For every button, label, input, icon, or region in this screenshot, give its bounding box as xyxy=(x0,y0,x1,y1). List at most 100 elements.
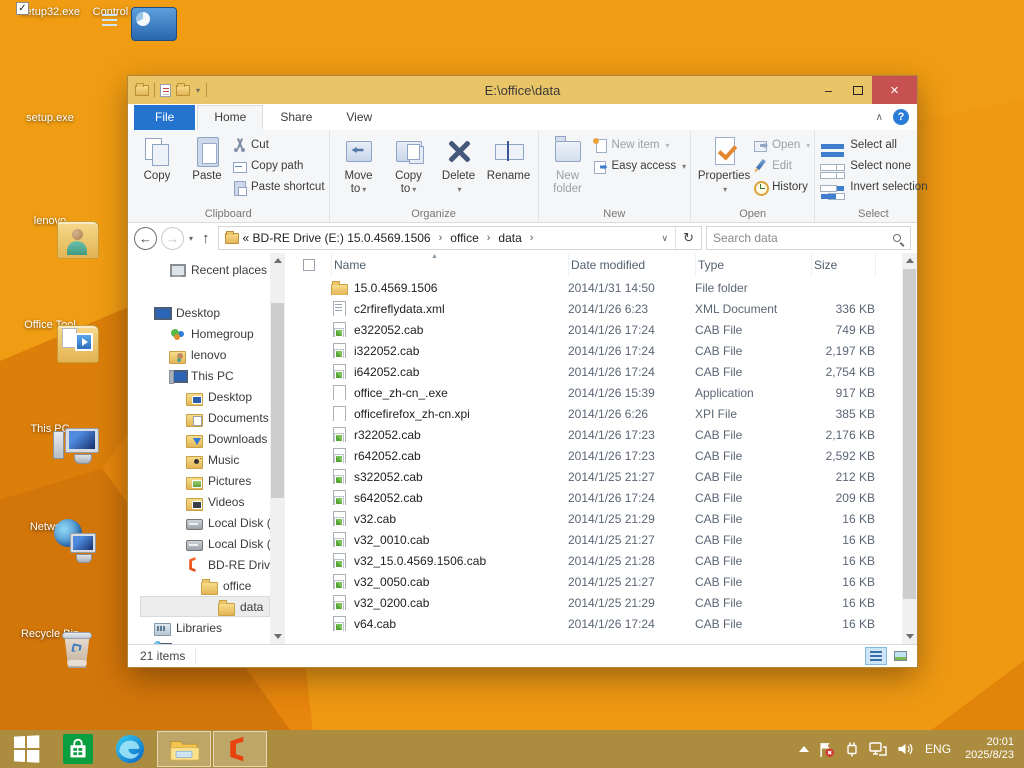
details-view-button[interactable] xyxy=(865,647,887,665)
address-box[interactable]: « BD-RE Drive (E:) 15.0.4569.1506 › offi… xyxy=(217,226,702,250)
new-item-button[interactable]: New item ▾ xyxy=(592,136,687,154)
select-all-checkbox[interactable] xyxy=(286,253,331,277)
desktop-icon[interactable]: ✓ setup32.exe xyxy=(8,2,92,18)
copy-button[interactable]: Copy xyxy=(132,132,182,183)
move-to-button[interactable]: Move to ▾ xyxy=(334,132,384,196)
selection-checkbox[interactable]: ✓ xyxy=(16,2,29,15)
breadcrumb-drive[interactable]: « BD-RE Drive (E:) 15.0.4569.1506 xyxy=(243,231,431,245)
nav-item[interactable]: Documents xyxy=(128,407,270,428)
close-button[interactable]: × xyxy=(872,76,917,104)
copy-path-button[interactable]: Copy path xyxy=(232,157,325,175)
invert-selection-button[interactable]: Invert selection xyxy=(819,178,928,196)
paste-shortcut-button[interactable]: Paste shortcut xyxy=(232,178,325,196)
search-input[interactable] xyxy=(713,231,893,245)
taskbar-office-setup-button[interactable] xyxy=(213,731,267,767)
minimize-button[interactable]: – xyxy=(814,76,843,104)
breadcrumb-office[interactable]: office xyxy=(450,231,478,245)
taskbar-edge-button[interactable] xyxy=(104,730,156,768)
action-center-icon[interactable] xyxy=(818,741,835,758)
file-row[interactable]: s642052.cab 2014/1/26 17:24 CAB File 209… xyxy=(286,487,902,508)
file-row[interactable]: r322052.cab 2014/1/26 17:23 CAB File 2,1… xyxy=(286,424,902,445)
nav-item[interactable]: Libraries xyxy=(128,617,270,638)
file-row[interactable]: v32.cab 2014/1/25 21:29 CAB File 16 KB xyxy=(286,508,902,529)
language-indicator[interactable]: ENG xyxy=(922,742,954,756)
desktop-icon[interactable]: ✓ Control Panel xyxy=(84,4,168,26)
paste-button[interactable]: Paste xyxy=(182,132,232,183)
copy-to-button[interactable]: Copy to ▾ xyxy=(384,132,434,196)
nav-item[interactable]: This PC xyxy=(128,365,270,386)
rename-button[interactable]: Rename xyxy=(484,132,534,183)
network-icon[interactable] xyxy=(869,741,887,757)
back-button[interactable]: ← xyxy=(134,226,157,250)
tab-home[interactable]: Home xyxy=(197,105,264,130)
file-row[interactable]: v32_15.0.4569.1506.cab 2014/1/25 21:28 C… xyxy=(286,550,902,571)
nav-item[interactable]: Local Disk (D:) xyxy=(128,533,270,554)
nav-item[interactable]: Music xyxy=(128,449,270,470)
nav-item[interactable]: Desktop xyxy=(128,386,270,407)
file-row[interactable]: i642052.cab 2014/1/26 17:24 CAB File 2,7… xyxy=(286,361,902,382)
scroll-up-icon[interactable] xyxy=(902,253,917,268)
search-icon[interactable] xyxy=(893,234,901,242)
file-row[interactable]: e322052.cab 2014/1/26 17:24 CAB File 749… xyxy=(286,319,902,340)
taskbar-store-button[interactable] xyxy=(52,730,104,768)
nav-item[interactable]: office xyxy=(128,575,270,596)
tab-file[interactable]: File xyxy=(134,105,196,130)
history-button[interactable]: History xyxy=(753,178,810,196)
qat-properties-icon[interactable] xyxy=(160,83,171,97)
refresh-button[interactable]: ↻ xyxy=(675,227,701,249)
nav-item[interactable]: Recent places xyxy=(128,259,270,280)
column-header-size[interactable]: Size xyxy=(811,253,875,277)
qat-customize-chevron-icon[interactable]: ▾ xyxy=(195,86,201,95)
desktop-icon[interactable]: ✓ lenovo xyxy=(8,213,92,255)
ribbon-collapse-icon[interactable]: ∧ xyxy=(876,112,883,123)
title-bar[interactable]: ▾ E:\office\data – × xyxy=(128,76,917,104)
file-row[interactable]: officefirefox_zh-cn.xpi 2014/1/26 6:26 X… xyxy=(286,403,902,424)
desktop-icon[interactable]: ✓ Network xyxy=(8,519,96,553)
scroll-down-icon[interactable] xyxy=(902,629,917,644)
nav-item[interactable]: BD-RE Drive (E: xyxy=(128,554,270,575)
show-hidden-icons-button[interactable] xyxy=(799,746,810,752)
address-dropdown-chevron-icon[interactable]: ∨ xyxy=(655,233,676,244)
nav-scrollbar[interactable] xyxy=(270,253,285,644)
file-row[interactable]: 15.0.4569.1506 2014/1/31 14:50 File fold… xyxy=(286,277,902,298)
file-list-scrollbar[interactable] xyxy=(902,253,917,644)
taskbar-explorer-button[interactable] xyxy=(157,731,211,767)
start-button[interactable] xyxy=(0,730,52,768)
column-header-name[interactable]: Name ▲ xyxy=(331,253,568,277)
file-row[interactable]: r642052.cab 2014/1/26 17:23 CAB File 2,5… xyxy=(286,445,902,466)
file-row[interactable]: i322052.cab 2014/1/26 17:24 CAB File 2,1… xyxy=(286,340,902,361)
tab-share[interactable]: Share xyxy=(263,105,329,130)
file-row[interactable]: v32_0200.cab 2014/1/25 21:29 CAB File 16… xyxy=(286,592,902,613)
qat-new-folder-icon[interactable] xyxy=(176,82,190,96)
desktop-icon[interactable]: ✓ This PC xyxy=(8,421,99,459)
forward-button[interactable]: → xyxy=(161,226,184,250)
nav-item[interactable]: data xyxy=(140,596,270,617)
breadcrumb-data[interactable]: data xyxy=(498,231,521,245)
volume-icon[interactable] xyxy=(896,741,913,757)
power-icon[interactable] xyxy=(844,741,860,758)
select-none-button[interactable]: Select none xyxy=(819,157,927,175)
select-all-button[interactable]: Select all xyxy=(819,136,927,154)
thumbnails-view-button[interactable] xyxy=(889,647,911,665)
nav-item[interactable]: Desktop xyxy=(128,302,270,323)
nav-scrollbar-thumb[interactable] xyxy=(271,303,284,498)
recent-locations-chevron-icon[interactable]: ▾ xyxy=(188,234,194,243)
scroll-down-icon[interactable] xyxy=(270,629,285,644)
scroll-up-icon[interactable] xyxy=(270,253,285,268)
desktop-icon[interactable]: ✓ setup.exe xyxy=(8,110,92,124)
column-header-type[interactable]: Type xyxy=(695,253,811,277)
file-row[interactable]: office_zh-cn_.exe 2014/1/26 15:39 Applic… xyxy=(286,382,902,403)
nav-item[interactable]: Network xyxy=(128,638,270,644)
tab-view[interactable]: View xyxy=(329,105,389,130)
file-row[interactable]: s322052.cab 2014/1/25 21:27 CAB File 212… xyxy=(286,466,902,487)
nav-item[interactable]: Videos xyxy=(128,491,270,512)
nav-item[interactable]: Local Disk (C:) xyxy=(128,512,270,533)
edit-button[interactable]: Edit xyxy=(753,157,810,175)
up-button[interactable]: ↑ xyxy=(198,230,214,247)
easy-access-button[interactable]: Easy access ▾ xyxy=(593,157,686,175)
open-button[interactable]: Open ▾ xyxy=(753,136,810,154)
column-header-date[interactable]: Date modified xyxy=(568,253,695,277)
file-row[interactable]: v32_0050.cab 2014/1/25 21:27 CAB File 16… xyxy=(286,571,902,592)
delete-button[interactable]: Delete ▾ xyxy=(434,132,484,196)
desktop-icon[interactable]: ✓ Recycle Bin xyxy=(8,626,92,668)
